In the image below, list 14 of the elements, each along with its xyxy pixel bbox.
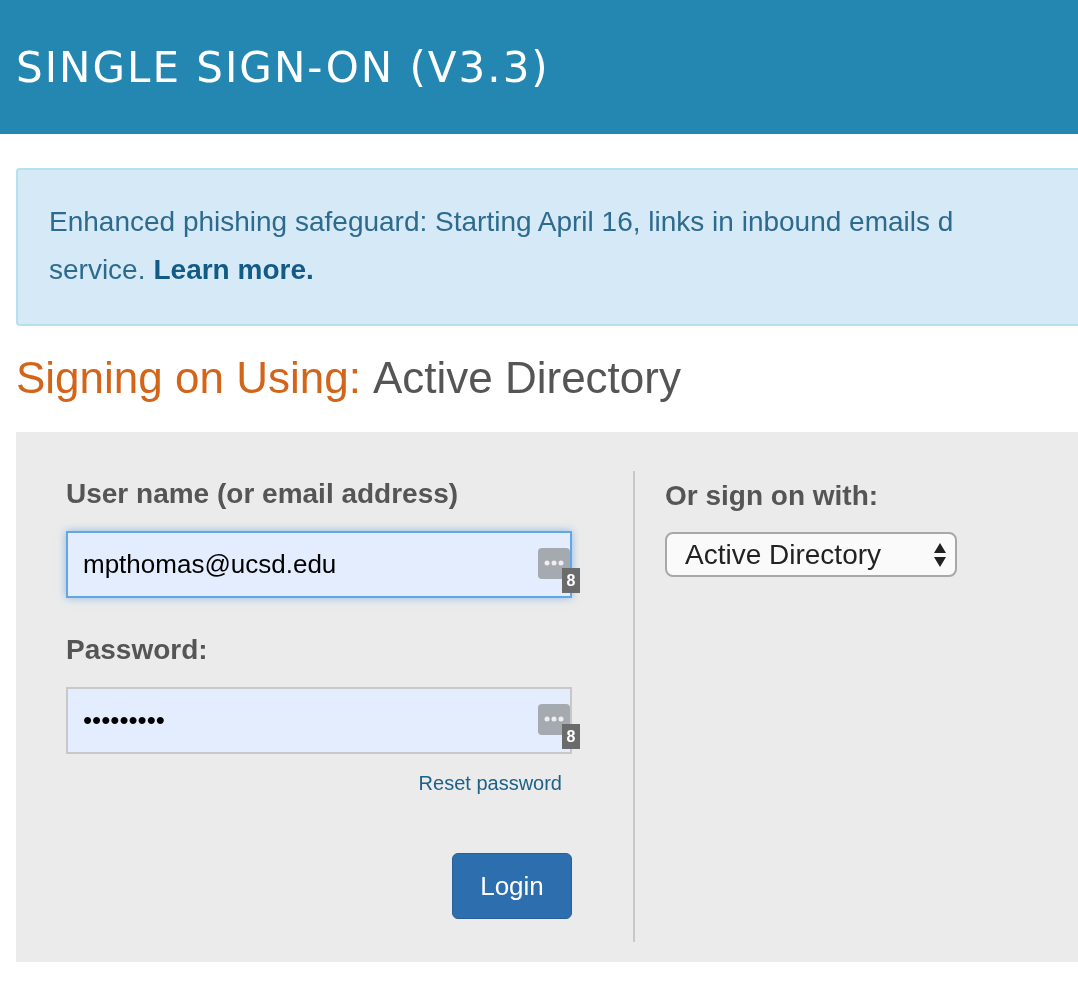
page-title: SINGLE SIGN-ON (V3.3) (16, 41, 550, 94)
heading-label: Signing on Using: (16, 356, 361, 400)
count-badge: 8 (562, 724, 580, 749)
reset-password-link[interactable]: Reset password (418, 768, 562, 798)
learn-more-link[interactable]: Learn more. (153, 252, 314, 288)
notice-text: Enhanced phishing safeguard: Starting April 16, links in inbound emails d (49, 205, 955, 239)
count-badge: 8 (562, 568, 580, 593)
login-button[interactable]: Login (452, 853, 572, 919)
field-label: Password: (66, 636, 209, 664)
alternate-label: Or sign on with: (665, 482, 880, 510)
directory-select[interactable]: Active Directory (665, 532, 957, 577)
notice-text: service. (49, 253, 146, 287)
field-label: User name (or email address) (66, 480, 460, 508)
heading-value: Active Directory (372, 356, 681, 400)
